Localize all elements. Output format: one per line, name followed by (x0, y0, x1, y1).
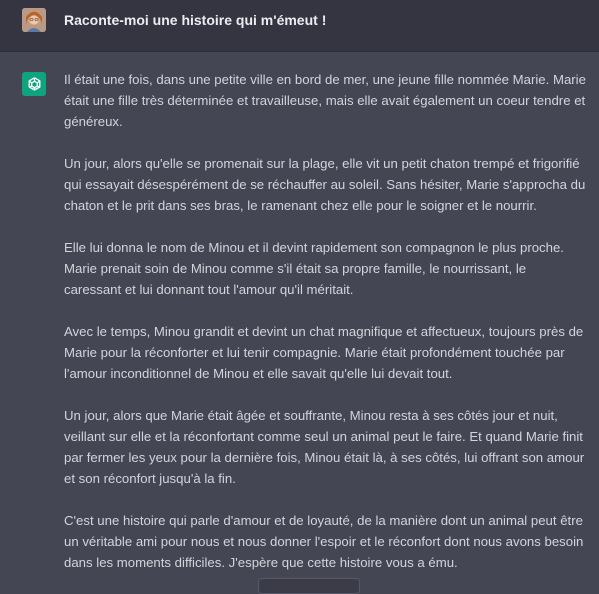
user-avatar-photo-icon (22, 8, 46, 32)
user-avatar (22, 8, 46, 32)
assistant-message-text: Il était une fois, dans une petite ville… (64, 69, 586, 594)
assistant-avatar (22, 72, 46, 96)
user-message-text: Raconte-moi une histoire qui m'émeut ! (64, 12, 327, 28)
story-paragraph-1: Il était une fois, dans une petite ville… (64, 72, 586, 129)
story-paragraph-6: C'est une histoire qui parle d'amour et … (64, 513, 584, 570)
regenerate-button-partial[interactable] (258, 578, 360, 594)
assistant-message-row: Il était une fois, dans une petite ville… (0, 52, 599, 584)
story-paragraph-4: Avec le temps, Minou grandit et devint u… (64, 324, 584, 381)
story-paragraph-3: Elle lui donna le nom de Minou et il dev… (64, 240, 564, 297)
openai-logo-icon (28, 76, 40, 91)
user-message-row: Raconte-moi une histoire qui m'émeut ! (0, 0, 599, 52)
story-paragraph-5: Un jour, alors que Marie était âgée et s… (64, 408, 585, 486)
story-paragraph-2: Un jour, alors qu'elle se promenait sur … (64, 156, 586, 213)
